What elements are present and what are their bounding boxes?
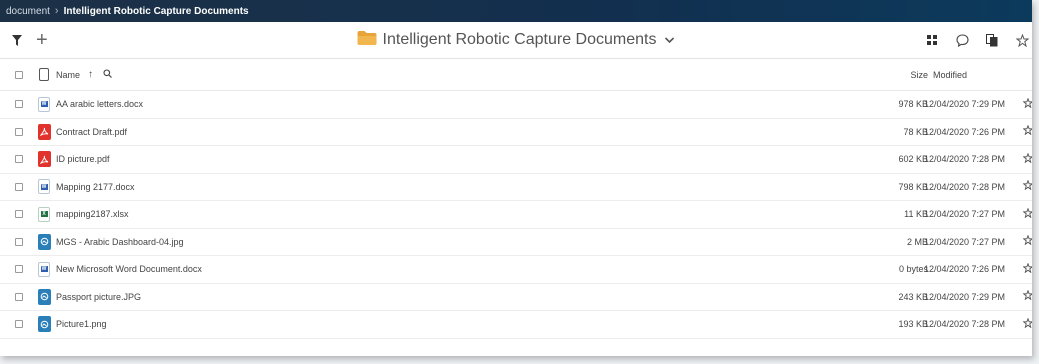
file-row[interactable]: W Mapping 2177.docx 798 KB 12/04/2020 7:… — [0, 174, 1032, 201]
pdf-icon — [37, 123, 51, 140]
table-header: Name ↑ Size Modified — [0, 59, 1032, 91]
word-doc-icon: W — [38, 96, 50, 112]
file-row[interactable]: X mapping2187.xlsx 11 KB 12/04/2020 7:27… — [0, 201, 1032, 229]
file-row[interactable]: W AA arabic letters.docx 978 KB 12/04/20… — [0, 91, 1032, 119]
file-row[interactable]: MGS - Arabic Dashboard-04.jpg 2 MB 12/04… — [0, 229, 1032, 256]
comment-icon[interactable] — [954, 32, 970, 48]
pdf-icon — [37, 151, 51, 168]
favorite-star-icon[interactable] — [1022, 207, 1032, 221]
favorite-star-icon[interactable] — [1022, 124, 1032, 138]
row-checkbox[interactable] — [15, 292, 23, 301]
sort-ascending-icon[interactable]: ↑ — [88, 69, 93, 80]
modified-column-header[interactable]: Modified — [933, 70, 967, 80]
file-name-link[interactable]: Passport picture.JPG — [56, 292, 141, 302]
image-file-icon — [37, 316, 51, 333]
file-modified: 12/04/2020 7:26 PM — [923, 264, 1005, 275]
search-icon[interactable] — [103, 69, 112, 80]
word-doc-icon: W — [38, 179, 50, 195]
row-checkbox[interactable] — [15, 237, 23, 246]
breadcrumb-current: Intelligent Robotic Capture Documents — [63, 5, 249, 17]
file-name-link[interactable]: Contract Draft.pdf — [56, 127, 127, 137]
file-modified: 12/04/2020 7:28 PM — [923, 181, 1005, 192]
file-name-link[interactable]: AA arabic letters.docx — [56, 99, 143, 109]
file-name-link[interactable]: Picture1.png — [56, 319, 107, 329]
row-checkbox[interactable] — [15, 127, 23, 136]
row-checkbox[interactable] — [15, 320, 23, 329]
select-all-checkbox[interactable] — [15, 70, 23, 79]
breadcrumb: document › Intelligent Robotic Capture D… — [0, 0, 1032, 22]
size-column-header[interactable]: Size — [910, 70, 928, 80]
file-modified: 12/04/2020 7:26 PM — [923, 126, 1005, 137]
breadcrumb-root-link[interactable]: document — [6, 6, 50, 17]
word-doc-icon: W — [38, 261, 50, 277]
file-row[interactable]: Picture1.png 193 KB 12/04/2020 7:28 PM — [0, 311, 1032, 339]
folder-icon — [357, 30, 377, 50]
image-file-icon — [37, 288, 51, 305]
grid-view-icon[interactable] — [924, 32, 940, 48]
row-checkbox[interactable] — [15, 155, 23, 164]
copy-icon[interactable] — [984, 32, 1000, 48]
favorite-star-icon[interactable] — [1022, 234, 1032, 248]
row-checkbox[interactable] — [15, 265, 23, 274]
toolbar: + Intelligent Robotic Capture Documents — [0, 22, 1032, 59]
favorite-star-icon[interactable] — [1022, 179, 1032, 193]
file-modified: 12/04/2020 7:29 PM — [923, 99, 1005, 110]
favorite-star-icon[interactable] — [1022, 97, 1032, 111]
chevron-down-icon — [664, 33, 675, 47]
file-row[interactable]: ID picture.pdf 602 KB 12/04/2020 7:28 PM — [0, 146, 1032, 174]
add-button[interactable]: + — [36, 30, 48, 50]
file-name-link[interactable]: Mapping 2177.docx — [56, 182, 135, 192]
row-checkbox[interactable] — [15, 100, 23, 109]
image-file-icon — [37, 233, 51, 250]
file-badge: X — [40, 211, 48, 218]
file-type-header-icon — [39, 68, 49, 81]
file-modified: 12/04/2020 7:29 PM — [923, 291, 1005, 302]
name-column-label: Name — [56, 69, 81, 80]
file-list: W AA arabic letters.docx 978 KB 12/04/20… — [0, 91, 1032, 339]
file-name-link[interactable]: ID picture.pdf — [56, 154, 110, 164]
folder-title-dropdown[interactable]: Intelligent Robotic Capture Documents — [357, 30, 675, 50]
row-checkbox[interactable] — [15, 210, 23, 219]
breadcrumb-separator: › — [54, 5, 59, 17]
folder-title: Intelligent Robotic Capture Documents — [382, 31, 657, 48]
file-browser-window: document › Intelligent Robotic Capture D… — [0, 0, 1032, 356]
star-icon[interactable] — [1014, 32, 1030, 48]
file-modified: 12/04/2020 7:28 PM — [923, 154, 1005, 165]
favorite-star-icon[interactable] — [1022, 317, 1032, 331]
file-name-link[interactable]: mapping2187.xlsx — [56, 209, 129, 219]
file-name-link[interactable]: New Microsoft Word Document.docx — [56, 264, 202, 274]
file-row[interactable]: Passport picture.JPG 243 KB 12/04/2020 7… — [0, 284, 1032, 311]
file-badge: W — [40, 266, 48, 273]
file-modified: 12/04/2020 7:27 PM — [923, 236, 1005, 247]
file-name-link[interactable]: MGS - Arabic Dashboard-04.jpg — [56, 237, 184, 247]
row-checkbox[interactable] — [15, 182, 23, 191]
filter-icon[interactable] — [10, 33, 24, 47]
favorite-star-icon[interactable] — [1022, 262, 1032, 276]
favorite-star-icon[interactable] — [1022, 152, 1032, 166]
file-modified: 12/04/2020 7:28 PM — [923, 319, 1005, 330]
file-badge: W — [40, 183, 48, 190]
file-badge: W — [40, 101, 48, 108]
excel-sheet-icon: X — [38, 206, 50, 222]
favorite-star-icon[interactable] — [1022, 289, 1032, 303]
file-row[interactable]: Contract Draft.pdf 78 KB 12/04/2020 7:26… — [0, 119, 1032, 146]
file-row[interactable]: W New Microsoft Word Document.docx 0 byt… — [0, 256, 1032, 284]
file-modified: 12/04/2020 7:27 PM — [923, 209, 1005, 220]
name-column-header[interactable]: Name ↑ — [56, 69, 112, 80]
